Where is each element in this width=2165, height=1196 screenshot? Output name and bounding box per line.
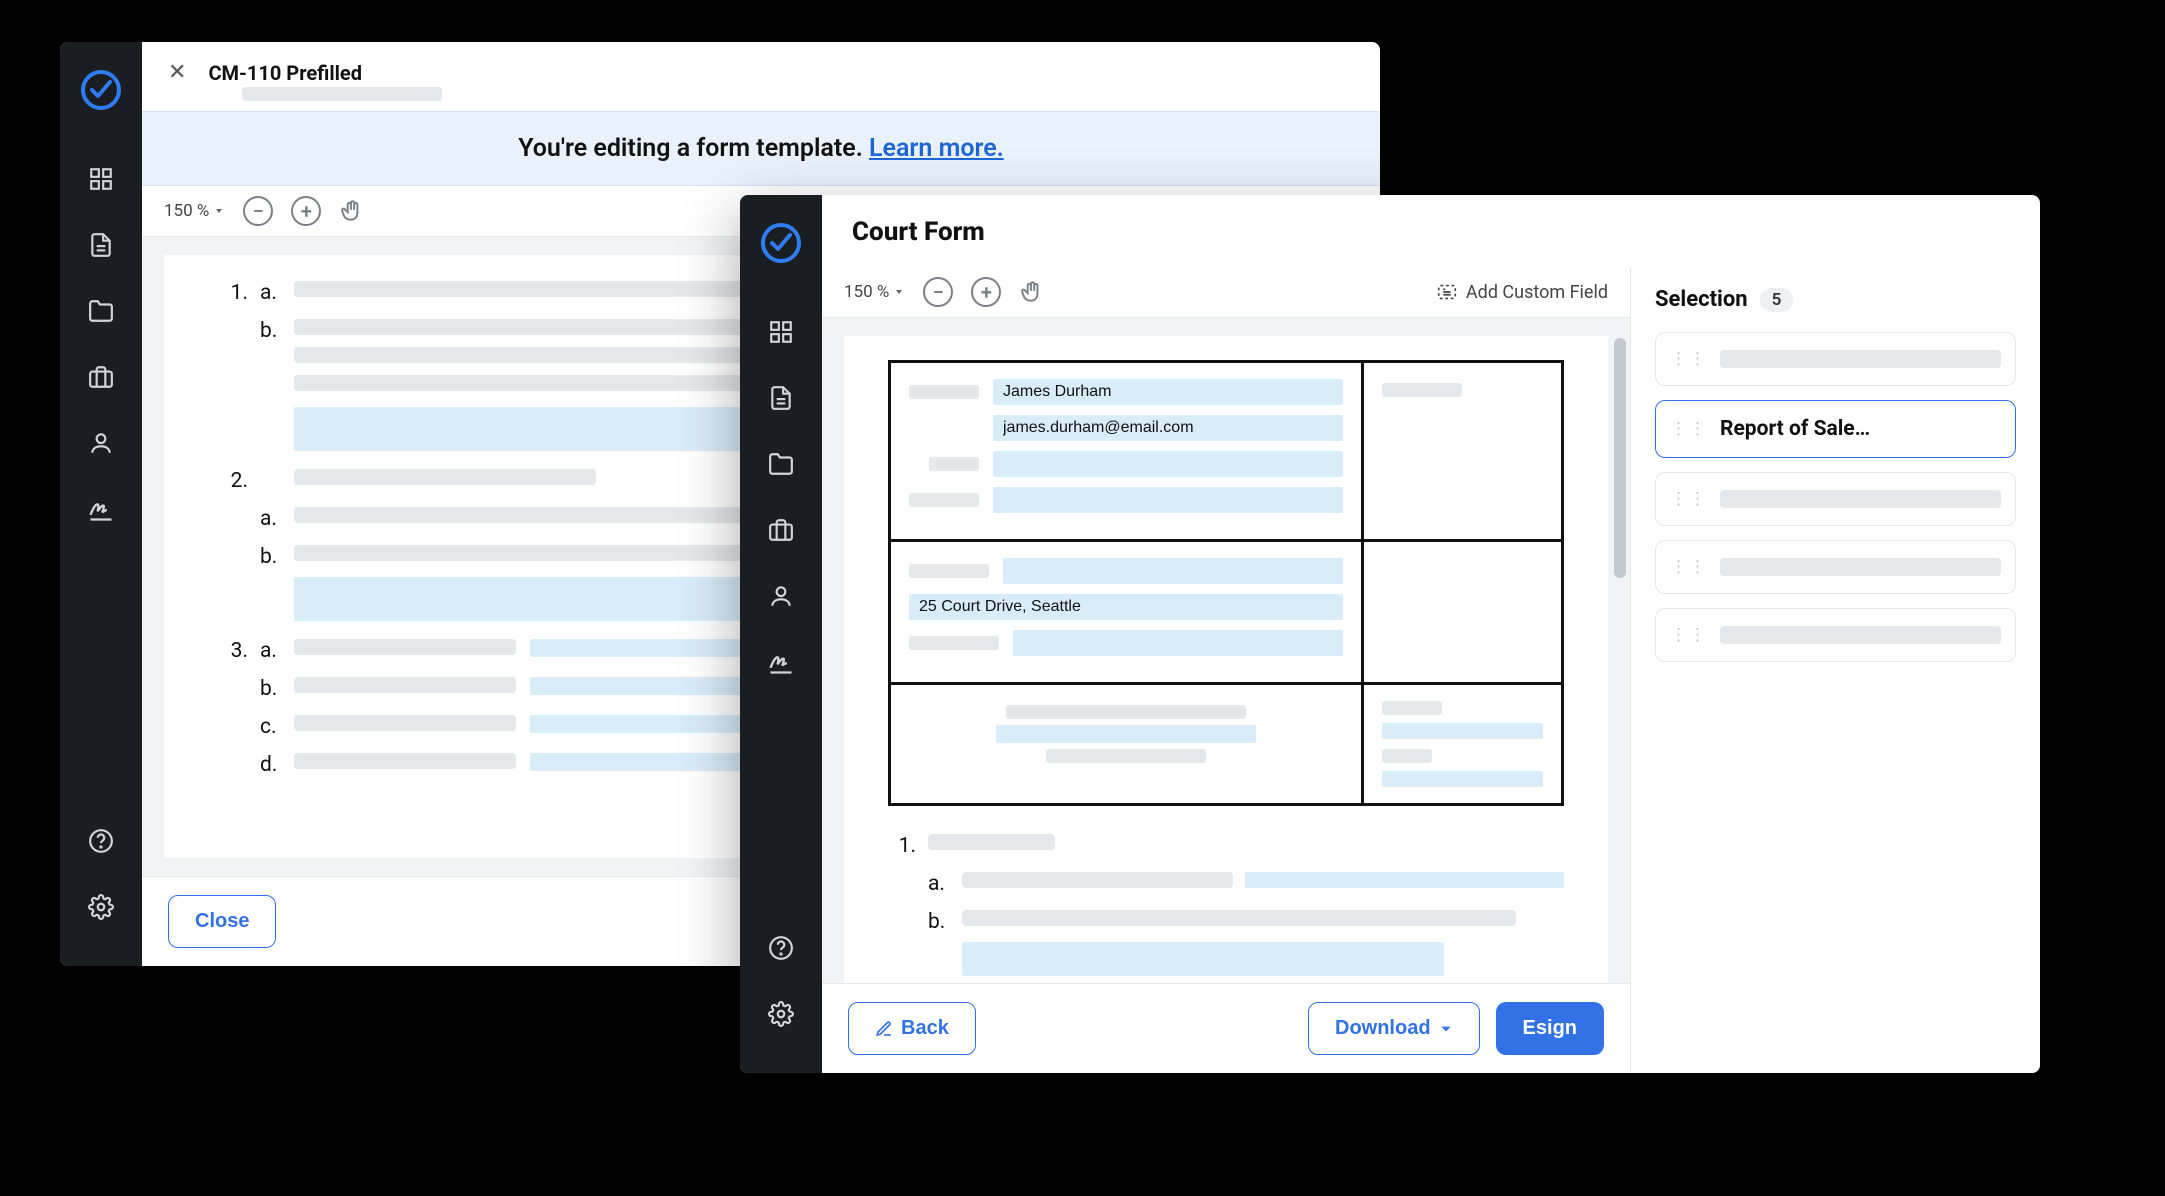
zoom-in-button[interactable]: + <box>971 277 1001 307</box>
selection-item[interactable]: ⋮⋮ <box>1655 608 2016 662</box>
zoom-dropdown[interactable]: 150 % <box>164 201 225 221</box>
selection-item[interactable]: ⋮⋮ <box>1655 332 2016 386</box>
banner-text: You're editing a form template. <box>518 134 869 163</box>
drag-grip-icon[interactable]: ⋮⋮ <box>1670 489 1708 509</box>
list-sub: a. <box>260 639 282 663</box>
placeholder <box>1720 558 2001 576</box>
list-sub: c. <box>260 715 282 739</box>
page-title: Court Form <box>852 217 985 247</box>
app-logo[interactable] <box>759 221 803 265</box>
selection-count-badge: 5 <box>1760 288 1794 312</box>
selection-item-active[interactable]: ⋮⋮ Report of Sale… <box>1655 400 2016 458</box>
selection-item[interactable]: ⋮⋮ <box>1655 540 2016 594</box>
sidebar <box>60 42 142 966</box>
signature-icon[interactable] <box>85 493 117 525</box>
document-icon[interactable] <box>765 382 797 414</box>
doc-toolbar: 150 % − + Add Custom Field <box>822 267 1630 318</box>
placeholder <box>1720 626 2001 644</box>
close-icon[interactable]: ✕ <box>168 60 186 85</box>
list-number: 2. <box>220 469 248 493</box>
zoom-value: 150 % <box>844 282 889 302</box>
list-sub: a. <box>928 872 950 896</box>
blank-field-1[interactable] <box>993 451 1343 477</box>
selection-title: Selection <box>1655 287 1748 312</box>
drag-grip-icon[interactable]: ⋮⋮ <box>1670 625 1708 645</box>
selection-panel: Selection 5 ⋮⋮ ⋮⋮ Report of Sale… ⋮⋮ ⋮⋮ ⋮… <box>1630 267 2040 1073</box>
back-button[interactable]: Back <box>848 1002 976 1055</box>
title-bar: ✕ CM-110 Prefilled <box>142 42 1380 93</box>
settings-icon[interactable] <box>765 998 797 1030</box>
court-form-window: Court Form 150 % − + Add Custom Field <box>740 195 2040 1073</box>
help-icon[interactable] <box>85 825 117 857</box>
document-icon[interactable] <box>85 229 117 261</box>
add-custom-field-button[interactable]: Add Custom Field <box>1436 281 1608 303</box>
briefcase-icon[interactable] <box>765 514 797 546</box>
add-custom-field-label: Add Custom Field <box>1466 282 1608 303</box>
settings-icon[interactable] <box>85 891 117 923</box>
download-button-label: Download <box>1335 1017 1431 1040</box>
scrollbar-thumb[interactable] <box>1614 338 1626 578</box>
blank-field-4[interactable] <box>1013 630 1343 656</box>
address-field[interactable] <box>909 594 1343 620</box>
zoom-in-button[interactable]: + <box>291 196 321 226</box>
learn-more-link[interactable]: Learn more. <box>869 134 1004 163</box>
list-sub: d. <box>260 753 282 777</box>
drag-grip-icon[interactable]: ⋮⋮ <box>1670 557 1708 577</box>
list-sub: b. <box>928 910 950 976</box>
download-button[interactable]: Download <box>1308 1002 1480 1055</box>
folder-icon[interactable] <box>765 448 797 480</box>
selection-item[interactable]: ⋮⋮ <box>1655 472 2016 526</box>
help-icon[interactable] <box>765 932 797 964</box>
drag-grip-icon[interactable]: ⋮⋮ <box>1670 419 1708 439</box>
zoom-dropdown[interactable]: 150 % <box>844 282 905 302</box>
footer: Back Download Esign <box>822 983 1630 1073</box>
dashboard-icon[interactable] <box>765 316 797 348</box>
zoom-out-button[interactable]: − <box>923 277 953 307</box>
selection-item-label: Report of Sale… <box>1720 417 1870 441</box>
list-number: 3. <box>220 639 248 663</box>
signature-icon[interactable] <box>765 646 797 678</box>
list-sub: b. <box>260 319 282 451</box>
dashboard-icon[interactable] <box>85 163 117 195</box>
zoom-value: 150 % <box>164 201 209 221</box>
list-number: 1. <box>220 281 248 305</box>
list-sub: b. <box>260 545 282 621</box>
list-sub: a. <box>260 507 282 531</box>
blank-field-2[interactable] <box>993 487 1343 513</box>
briefcase-icon[interactable] <box>85 361 117 393</box>
chevron-down-icon <box>1439 1022 1453 1036</box>
close-button[interactable]: Close <box>168 895 276 948</box>
title-bar: Court Form <box>822 195 2040 267</box>
name-field[interactable] <box>993 379 1343 405</box>
email-field[interactable] <box>993 415 1343 441</box>
app-logo[interactable] <box>79 68 123 112</box>
esign-button[interactable]: Esign <box>1496 1002 1604 1055</box>
list-number: 1. <box>888 834 916 858</box>
document-viewport[interactable]: 1. a. b. <box>822 318 1630 983</box>
info-banner: You're editing a form template. Learn mo… <box>142 111 1380 186</box>
sidebar <box>740 195 822 1073</box>
pan-hand-icon[interactable] <box>1019 279 1045 305</box>
document-title: CM-110 Prefilled <box>208 61 362 85</box>
subtitle-placeholder <box>242 87 442 101</box>
form-header-table <box>888 360 1564 806</box>
pan-hand-icon[interactable] <box>339 198 365 224</box>
back-button-label: Back <box>901 1017 949 1040</box>
placeholder <box>1720 350 2001 368</box>
document-page: 1. a. b. <box>844 336 1608 983</box>
user-icon[interactable] <box>85 427 117 459</box>
court-form-content: Court Form 150 % − + Add Custom Field <box>822 195 2040 1073</box>
list-sub: a. <box>260 281 282 305</box>
zoom-out-button[interactable]: − <box>243 196 273 226</box>
blank-field-3[interactable] <box>1003 558 1343 584</box>
user-icon[interactable] <box>765 580 797 612</box>
drag-grip-icon[interactable]: ⋮⋮ <box>1670 349 1708 369</box>
folder-icon[interactable] <box>85 295 117 327</box>
list-sub: b. <box>260 677 282 701</box>
placeholder <box>1720 490 2001 508</box>
